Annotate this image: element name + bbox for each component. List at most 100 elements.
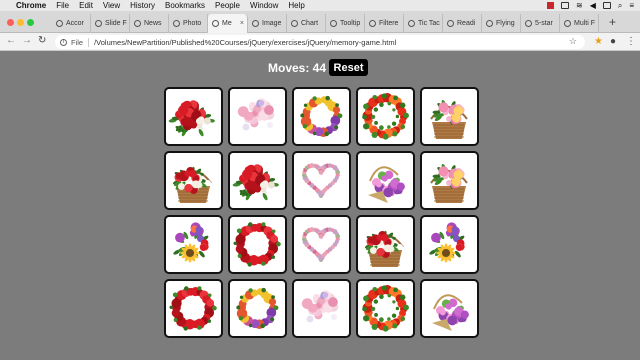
menu-edit[interactable]: Edit bbox=[79, 1, 93, 10]
extension-icon[interactable]: ★ bbox=[594, 36, 603, 47]
sunflower-bouquet-image bbox=[173, 222, 209, 263]
browser-tabstrip: Accor Slide F News Photo Me × Image Chart Toolti… bbox=[0, 11, 640, 33]
list-icon[interactable]: ≡ bbox=[629, 1, 634, 10]
pink-bouquet-image bbox=[237, 98, 275, 131]
browser-tab[interactable]: 5-star bbox=[521, 14, 560, 33]
url-text[interactable]: /Volumes/NewPartition/Published%20Course… bbox=[94, 38, 396, 47]
memory-card[interactable] bbox=[228, 87, 287, 146]
browser-tab[interactable]: Chart bbox=[287, 14, 326, 33]
menu-file[interactable]: File bbox=[56, 1, 69, 10]
address-bar[interactable]: i File /Volumes/NewPartition/Published%2… bbox=[55, 35, 585, 49]
memory-card[interactable] bbox=[292, 87, 351, 146]
tab-favicon-icon bbox=[252, 20, 259, 27]
close-tab-icon[interactable]: × bbox=[240, 20, 244, 27]
record-icon[interactable] bbox=[546, 2, 554, 9]
tab-favicon-icon bbox=[330, 20, 337, 27]
search-icon[interactable]: ⌕ bbox=[618, 1, 622, 11]
browser-tab[interactable]: Me × bbox=[208, 14, 248, 33]
url-scheme: File bbox=[71, 37, 90, 47]
battery-icon[interactable] bbox=[602, 2, 611, 9]
memory-card[interactable] bbox=[420, 279, 479, 338]
memory-card[interactable] bbox=[164, 279, 223, 338]
wifi-icon[interactable]: ≋ bbox=[576, 1, 583, 10]
purple-orange-wreath-image bbox=[300, 95, 343, 138]
memory-card[interactable] bbox=[356, 87, 415, 146]
memory-card[interactable] bbox=[292, 215, 351, 274]
browser-tab[interactable]: Filtere bbox=[365, 14, 404, 33]
tab-favicon-icon bbox=[486, 20, 493, 27]
sunflower-bouquet-image bbox=[429, 222, 465, 263]
profile-icon[interactable]: ● bbox=[610, 36, 616, 47]
screen-icon[interactable] bbox=[560, 2, 569, 9]
memory-card[interactable] bbox=[420, 151, 479, 210]
volume-icon[interactable]: ◀ bbox=[590, 1, 596, 10]
tab-favicon-icon bbox=[369, 20, 376, 27]
reload-button[interactable]: ↻ bbox=[38, 35, 46, 46]
browser-tab[interactable]: Multi F bbox=[560, 14, 599, 33]
reset-button[interactable]: Reset bbox=[329, 59, 368, 76]
tab-favicon-icon bbox=[173, 20, 180, 27]
browser-tab[interactable]: Readi bbox=[443, 14, 482, 33]
menu-kebab-icon[interactable]: ⋮ bbox=[626, 36, 636, 47]
tab-label: Image bbox=[262, 20, 282, 27]
memory-card[interactable] bbox=[292, 279, 351, 338]
info-icon[interactable]: i bbox=[60, 38, 67, 46]
minimize-window-icon[interactable] bbox=[17, 19, 24, 26]
menu-help[interactable]: Help bbox=[288, 1, 304, 10]
heart-wreath-image bbox=[302, 227, 341, 262]
moves-counter: Moves: 44 bbox=[268, 61, 327, 75]
memory-card[interactable] bbox=[228, 151, 287, 210]
tab-favicon-icon bbox=[447, 20, 454, 27]
purple-orange-wreath-image bbox=[236, 287, 279, 330]
bookmark-star-icon[interactable]: ☆ bbox=[569, 36, 577, 47]
back-button[interactable]: ← bbox=[6, 35, 16, 46]
tab-favicon-icon bbox=[134, 20, 141, 27]
tab-favicon-icon bbox=[212, 20, 219, 27]
red-rose-ring-image bbox=[233, 222, 281, 267]
forward-button[interactable]: → bbox=[22, 35, 32, 46]
tab-label: Flying bbox=[496, 20, 515, 27]
browser-tab[interactable]: Photo bbox=[169, 14, 208, 33]
menu-bookmarks[interactable]: Bookmarks bbox=[165, 1, 205, 10]
memory-card[interactable] bbox=[356, 215, 415, 274]
menubar-status-area: ≋ ◀ ⌕ ≡ bbox=[546, 0, 634, 11]
browser-tab[interactable]: News bbox=[130, 14, 169, 33]
memory-card[interactable] bbox=[420, 87, 479, 146]
memory-card[interactable] bbox=[356, 151, 415, 210]
browser-tab[interactable]: Image bbox=[248, 14, 287, 33]
browser-tab[interactable]: Accor bbox=[52, 14, 91, 33]
tab-label: Readi bbox=[457, 20, 476, 27]
memory-card[interactable] bbox=[292, 151, 351, 210]
menu-history[interactable]: History bbox=[130, 1, 155, 10]
browser-tab[interactable]: Tic Tac bbox=[404, 14, 443, 33]
browser-tab[interactable]: Tooltip bbox=[326, 14, 365, 33]
browser-tab[interactable]: Slide F bbox=[91, 14, 130, 33]
memory-card[interactable] bbox=[164, 151, 223, 210]
new-tab-button[interactable]: + bbox=[609, 15, 616, 29]
memory-card[interactable] bbox=[228, 215, 287, 274]
memory-card[interactable] bbox=[228, 279, 287, 338]
memory-card[interactable] bbox=[164, 215, 223, 274]
browser-tab[interactable]: Flying bbox=[482, 14, 521, 33]
flower-basket-purple-image bbox=[368, 166, 405, 203]
tab-label: Tic Tac bbox=[418, 20, 440, 27]
tab-label: Tooltip bbox=[340, 20, 361, 27]
menu-window[interactable]: Window bbox=[250, 1, 278, 10]
tab-label: Chart bbox=[301, 20, 319, 27]
menu-people[interactable]: People bbox=[215, 1, 240, 10]
memory-card[interactable] bbox=[420, 215, 479, 274]
memory-game-page: Moves: 44 Reset bbox=[0, 52, 640, 360]
flower-basket-red-image bbox=[172, 166, 212, 203]
red-roses-bouquet-image bbox=[232, 164, 279, 201]
red-rose-ring-image bbox=[169, 286, 217, 331]
zoom-window-icon[interactable] bbox=[27, 19, 34, 26]
menu-app-name[interactable]: Chrome bbox=[16, 1, 46, 10]
memory-card[interactable] bbox=[356, 279, 415, 338]
tab-label: Multi F bbox=[574, 20, 595, 27]
menu-view[interactable]: View bbox=[103, 1, 120, 10]
memory-card[interactable] bbox=[164, 87, 223, 146]
heart-wreath-image bbox=[302, 163, 341, 198]
close-window-icon[interactable] bbox=[7, 19, 14, 26]
tab-favicon-icon bbox=[525, 20, 532, 27]
tab-label: News bbox=[144, 20, 162, 27]
